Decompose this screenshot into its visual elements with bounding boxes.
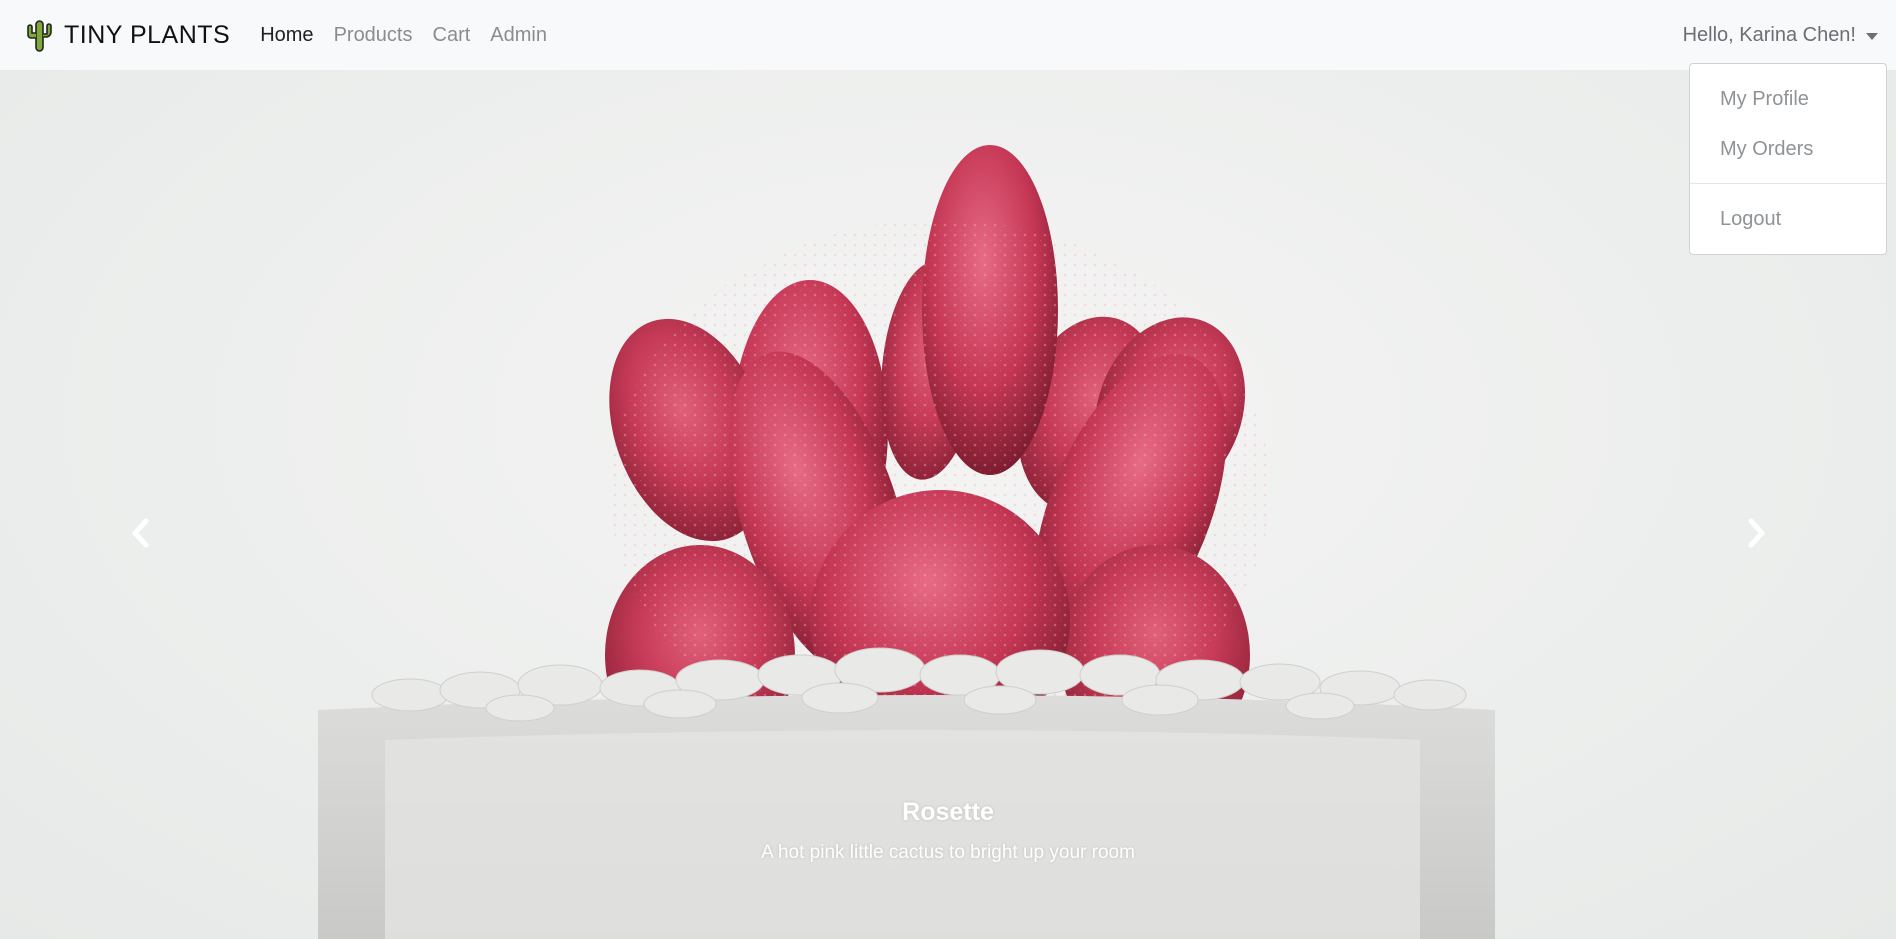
user-menu-toggle[interactable]: Hello, Karina Chen! xyxy=(1683,0,1878,70)
menu-item-my-orders[interactable]: My Orders xyxy=(1690,124,1886,174)
nav-cart[interactable]: Cart xyxy=(433,24,471,47)
dropdown-divider xyxy=(1690,183,1886,184)
navbar: TINY PLANTS Home Products Cart Admin Hel… xyxy=(0,0,1896,70)
slide-description: A hot pink little cactus to bright up yo… xyxy=(761,842,1135,863)
caret-down-icon xyxy=(1866,32,1878,40)
nav-products[interactable]: Products xyxy=(334,24,413,47)
user-greeting: Hello, Karina Chen! xyxy=(1682,23,1856,46)
cactus-icon xyxy=(27,20,52,52)
carousel-next-button[interactable] xyxy=(1735,513,1775,553)
chevron-left-icon xyxy=(132,518,149,548)
nav-home[interactable]: Home xyxy=(260,24,313,47)
user-dropdown-menu: My Profile My Orders Logout xyxy=(1689,63,1887,255)
brand-link[interactable]: TINY PLANTS xyxy=(24,18,230,52)
slide-title: Rosette xyxy=(902,798,994,826)
menu-item-my-profile[interactable]: My Profile xyxy=(1690,74,1886,124)
chevron-right-icon xyxy=(1748,518,1765,548)
nav-admin[interactable]: Admin xyxy=(490,24,547,47)
menu-item-logout[interactable]: Logout xyxy=(1690,194,1886,244)
main-nav: Home Products Cart Admin xyxy=(260,24,567,47)
carousel-prev-button[interactable] xyxy=(122,513,162,553)
brand-name: TINY PLANTS xyxy=(64,20,231,49)
